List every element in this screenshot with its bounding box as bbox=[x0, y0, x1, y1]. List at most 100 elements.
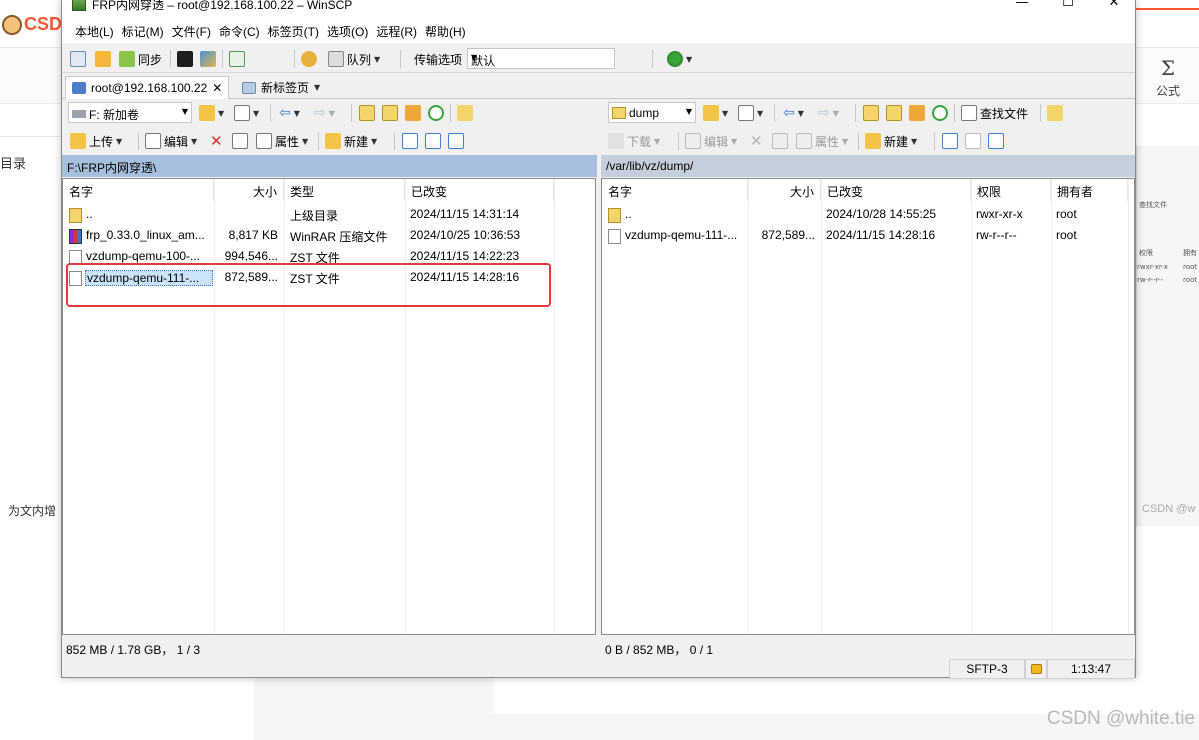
refresh-session-button[interactable] bbox=[229, 49, 245, 69]
remote-filter-select-button[interactable] bbox=[988, 131, 1004, 151]
catalog-label[interactable]: 目录 bbox=[0, 153, 26, 172]
main-toolbar: 同步 队列 ▼ 传输选项 默认 ▼ ▼ bbox=[62, 45, 1135, 73]
local-parent-dir-button[interactable] bbox=[359, 103, 375, 123]
local-filter-select-button[interactable] bbox=[448, 131, 464, 151]
tab-new[interactable]: 新标签页 ▼ bbox=[236, 76, 326, 99]
column-type[interactable]: 类型 bbox=[284, 179, 405, 201]
winscp-window[interactable]: FRP内网穿透 – root@192.168.100.22 – WinSCP —… bbox=[61, 0, 1136, 679]
local-drive-select[interactable]: F: 新加卷 ▼ bbox=[68, 102, 192, 123]
menu-local[interactable]: 本地(L) bbox=[72, 23, 117, 40]
column-name[interactable]: 名字 bbox=[63, 179, 214, 201]
remote-parent-dir-button[interactable] bbox=[863, 103, 879, 123]
synchronize-browsing-button[interactable] bbox=[95, 49, 111, 69]
local-file-list[interactable]: 名字 大小 类型 已改变 .. 上级目录 2024/11/15 14:31:14… bbox=[62, 178, 596, 635]
formula-button[interactable]: Σ 公式 bbox=[1148, 56, 1188, 99]
remote-filter-button[interactable]: ▼ bbox=[738, 103, 763, 123]
download-button[interactable]: 下载 ▼ bbox=[608, 131, 660, 151]
remote-open-folder-button[interactable]: ▼ bbox=[703, 103, 728, 123]
column-changed[interactable]: 已改变 bbox=[821, 179, 971, 201]
title-bar[interactable]: FRP内网穿透 – root@192.168.100.22 – WinSCP —… bbox=[62, 0, 1135, 19]
search-icon bbox=[961, 105, 977, 121]
home-icon bbox=[405, 105, 421, 121]
remote-unselect-button[interactable] bbox=[965, 131, 981, 151]
remote-select-button[interactable] bbox=[942, 131, 958, 151]
queue-button[interactable]: 队列 ▼ bbox=[328, 49, 380, 69]
plus-icon bbox=[942, 133, 958, 149]
remote-file-list[interactable]: 名字 大小 已改变 权限 拥有者 .. 2024/10/28 14:55:25 … bbox=[601, 178, 1135, 635]
file-row[interactable]: .. 上级目录 2024/11/15 14:31:14 bbox=[63, 204, 595, 225]
maximize-button[interactable]: ☐ bbox=[1045, 0, 1091, 11]
menu-file[interactable]: 文件(F) bbox=[169, 23, 214, 40]
remote-root-dir-button[interactable] bbox=[886, 103, 902, 123]
remote-edit-button[interactable]: 编辑 ▼ bbox=[685, 131, 737, 151]
transfer-settings-select[interactable]: 默认 ▼ bbox=[467, 48, 615, 69]
local-home-button[interactable] bbox=[405, 103, 421, 123]
file-row[interactable]: vzdump-qemu-111-... 872,589... 2024/11/1… bbox=[602, 225, 1134, 246]
column-size[interactable]: 大小 bbox=[748, 179, 821, 201]
folder-open-icon bbox=[199, 105, 215, 121]
chevron-down-icon: ▼ bbox=[471, 53, 478, 62]
column-rights[interactable]: 权限 bbox=[971, 179, 1051, 201]
remote-forward-button[interactable]: ⇨ ▼ bbox=[818, 103, 839, 123]
column-name[interactable]: 名字 bbox=[602, 179, 748, 201]
terminal-button[interactable] bbox=[177, 49, 193, 69]
close-tab-icon[interactable]: ✕ bbox=[212, 81, 222, 95]
find-files-button[interactable]: 查找文件 bbox=[961, 103, 1028, 123]
local-select-button[interactable] bbox=[402, 131, 418, 151]
winscp-app-icon bbox=[72, 0, 86, 11]
local-refresh-button[interactable] bbox=[428, 103, 444, 123]
remote-back-button[interactable]: ⇦ ▼ bbox=[783, 103, 804, 123]
compare-dirs-icon bbox=[70, 51, 86, 67]
remote-rename-button[interactable] bbox=[772, 131, 788, 151]
local-back-button[interactable]: ⇦ ▼ bbox=[279, 103, 300, 123]
csdn-logo[interactable]: CSD bbox=[2, 14, 62, 35]
local-tree-button[interactable] bbox=[457, 103, 473, 123]
remote-home-button[interactable] bbox=[909, 103, 925, 123]
local-filter-button[interactable]: ▼ bbox=[234, 103, 259, 123]
remote-delete-button[interactable]: ✕ bbox=[750, 131, 763, 151]
remote-dir-select[interactable]: dump ▼ bbox=[608, 102, 696, 123]
lock-icon[interactable] bbox=[1025, 659, 1047, 679]
close-button[interactable]: ✕ bbox=[1091, 0, 1137, 11]
mascot-icon bbox=[2, 14, 22, 35]
drive-icon bbox=[72, 110, 86, 118]
local-delete-button[interactable]: ✕ bbox=[210, 131, 223, 151]
local-open-folder-button[interactable]: ▼ bbox=[199, 103, 224, 123]
remote-tree-button[interactable] bbox=[1047, 103, 1063, 123]
local-unselect-button[interactable] bbox=[425, 131, 441, 151]
menu-help[interactable]: 帮助(H) bbox=[422, 23, 469, 40]
local-path-bar[interactable]: F:\FRP内网穿透\ bbox=[62, 155, 597, 177]
synchronize-button[interactable]: 同步 bbox=[119, 49, 162, 69]
toolbar-separator bbox=[394, 132, 395, 150]
menu-mark[interactable]: 标记(M) bbox=[119, 23, 167, 40]
minus-icon bbox=[425, 133, 441, 149]
menu-commands[interactable]: 命令(C) bbox=[216, 23, 263, 40]
minimize-button[interactable]: — bbox=[999, 0, 1045, 11]
upload-button[interactable]: 上传 ▼ bbox=[70, 131, 122, 151]
column-changed[interactable]: 已改变 bbox=[405, 179, 554, 201]
keep-remote-up-to-date-button[interactable]: ▼ bbox=[667, 49, 692, 69]
putty-button[interactable] bbox=[200, 49, 216, 69]
menu-options[interactable]: 选项(O) bbox=[324, 23, 371, 40]
column-size[interactable]: 大小 bbox=[214, 179, 284, 201]
local-file-toolbar: 上传 ▼ 编辑 ▼ ✕ 属性 ▼ 新建 ▼ bbox=[62, 127, 597, 155]
column-owner[interactable]: 拥有者 bbox=[1051, 179, 1128, 201]
file-row[interactable]: .. 2024/10/28 14:55:25 rwxr-xr-x root bbox=[602, 204, 1134, 225]
local-properties-button[interactable]: 属性 ▼ bbox=[256, 131, 308, 151]
local-rename-button[interactable] bbox=[232, 131, 248, 151]
remote-properties-button[interactable]: 属性 ▼ bbox=[796, 131, 848, 151]
menu-remote[interactable]: 远程(R) bbox=[373, 23, 420, 40]
menu-tabs[interactable]: 标签页(T) bbox=[265, 23, 322, 40]
compare-button[interactable] bbox=[70, 49, 86, 69]
remote-path-bar[interactable]: /var/lib/vz/dump/ bbox=[601, 155, 1135, 177]
local-root-dir-button[interactable] bbox=[382, 103, 398, 123]
tab-session[interactable]: root@192.168.100.22 ✕ bbox=[65, 76, 230, 99]
preferences-button[interactable] bbox=[301, 49, 317, 69]
remote-refresh-button[interactable] bbox=[932, 103, 948, 123]
remote-new-button[interactable]: 新建 ▼ bbox=[865, 131, 917, 151]
minus-icon bbox=[965, 133, 981, 149]
local-edit-button[interactable]: 编辑 ▼ bbox=[145, 131, 197, 151]
local-forward-button[interactable]: ⇨ ▼ bbox=[314, 103, 335, 123]
file-row[interactable]: frp_0.33.0_linux_am... 8,817 KB WinRAR 压… bbox=[63, 225, 595, 246]
local-new-button[interactable]: 新建 ▼ bbox=[325, 131, 377, 151]
